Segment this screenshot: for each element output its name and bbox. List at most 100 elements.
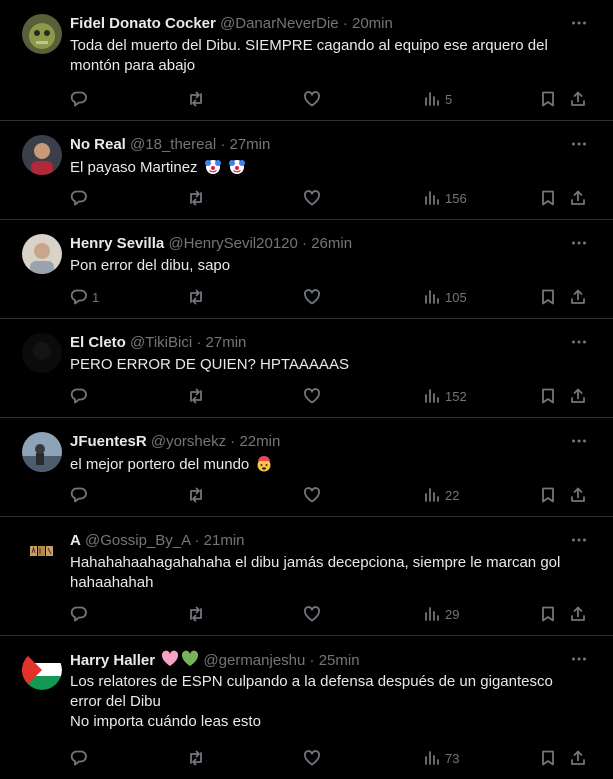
- bookmark-button[interactable]: [539, 486, 557, 504]
- more-options-icon[interactable]: [571, 433, 587, 449]
- share-button[interactable]: [569, 189, 587, 207]
- timestamp[interactable]: 25min: [319, 652, 360, 669]
- author-name[interactable]: JFuentesR: [70, 433, 147, 450]
- more-options-icon[interactable]: [571, 532, 587, 548]
- author-name[interactable]: El Cleto: [70, 334, 126, 351]
- reply-button[interactable]: [70, 387, 88, 405]
- views-button[interactable]: 5: [423, 90, 452, 108]
- repost-button[interactable]: [187, 749, 205, 767]
- tweet[interactable]: El Cleto @TikiBici · 27min PERO ERROR DE…: [0, 319, 613, 418]
- timestamp[interactable]: 22min: [239, 433, 280, 450]
- views-button[interactable]: 105: [423, 288, 467, 306]
- author-handle[interactable]: @Gossip_By_A: [85, 532, 190, 549]
- reply-button[interactable]: [70, 486, 88, 504]
- bookmark-button[interactable]: [539, 387, 557, 405]
- timestamp[interactable]: 26min: [311, 235, 352, 252]
- like-button[interactable]: [303, 486, 321, 504]
- tweet-text-line: PERO ERROR DE QUIEN? HPTAAAAAS: [70, 356, 349, 373]
- repost-button[interactable]: [187, 605, 205, 623]
- author-handle[interactable]: @yorshekz: [151, 433, 226, 450]
- more-options-icon[interactable]: [571, 235, 587, 251]
- author-handle[interactable]: @TikiBici: [130, 334, 192, 351]
- more-options-icon[interactable]: [571, 334, 587, 350]
- avatar[interactable]: [22, 14, 62, 54]
- tweet[interactable]: Henry Sevilla @HenrySevil20120 · 26min P…: [0, 220, 613, 319]
- analytics-icon: [425, 290, 439, 304]
- author-handle[interactable]: @germanjeshu: [203, 652, 305, 669]
- views-button[interactable]: 156: [423, 189, 467, 207]
- views-button[interactable]: 29: [423, 605, 459, 623]
- analytics-icon: [425, 751, 439, 765]
- reply-button[interactable]: [70, 90, 88, 108]
- share-button[interactable]: [569, 387, 587, 405]
- bookmark-button[interactable]: [539, 90, 557, 108]
- tweet[interactable]: A @Gossip_By_A · 21min Hahahahaahagahaha…: [0, 517, 613, 636]
- more-options-icon[interactable]: [571, 651, 587, 667]
- bookmark-button[interactable]: [539, 189, 557, 207]
- views-button[interactable]: 73: [423, 749, 459, 767]
- reply-button[interactable]: [70, 189, 88, 207]
- tweet-header: Henry Sevilla @HenrySevil20120 · 26min: [70, 234, 352, 254]
- reply-button[interactable]: [70, 749, 88, 767]
- timestamp[interactable]: 21min: [204, 532, 245, 549]
- avatar[interactable]: [22, 650, 62, 690]
- timestamp[interactable]: 27min: [230, 136, 271, 153]
- bookmark-button[interactable]: [539, 605, 557, 623]
- repost-button[interactable]: [187, 90, 205, 108]
- share-icon: [571, 190, 585, 205]
- tweet[interactable]: No Real @18_thereal · 27min El payaso Ma…: [0, 121, 613, 220]
- avatar[interactable]: [22, 234, 62, 274]
- author-name[interactable]: Fidel Donato Cocker: [70, 15, 216, 32]
- repost-button[interactable]: [187, 486, 205, 504]
- tweet[interactable]: Harry Haller @germanjeshu · 25min Los re…: [0, 636, 613, 779]
- views-button[interactable]: 22: [423, 486, 459, 504]
- author-handle[interactable]: @DanarNeverDie: [220, 15, 339, 32]
- tweet-header: Harry Haller @germanjeshu · 25min: [70, 650, 360, 671]
- like-button[interactable]: [303, 387, 321, 405]
- reply-button[interactable]: 1: [70, 288, 99, 306]
- repost-button[interactable]: [187, 288, 205, 306]
- like-button[interactable]: [303, 189, 321, 207]
- share-button[interactable]: [569, 288, 587, 306]
- share-button[interactable]: [569, 486, 587, 504]
- timestamp[interactable]: 20min: [352, 15, 393, 32]
- like-button[interactable]: [303, 90, 321, 108]
- avatar[interactable]: [22, 432, 62, 472]
- separator-dot: ·: [302, 235, 308, 252]
- avatar[interactable]: [22, 333, 62, 373]
- like-button[interactable]: [303, 288, 321, 306]
- tweet-text: PERO ERROR DE QUIEN? HPTAAAAAS: [70, 355, 570, 375]
- author-name[interactable]: A: [70, 532, 81, 549]
- tweet-actions: 22: [70, 486, 590, 504]
- share-button[interactable]: [569, 749, 587, 767]
- share-icon: [571, 750, 585, 765]
- share-button[interactable]: [569, 605, 587, 623]
- views-count: 29: [445, 606, 460, 622]
- tweet[interactable]: Fidel Donato Cocker @DanarNeverDie · 20m…: [0, 0, 613, 121]
- bookmark-button[interactable]: [539, 288, 557, 306]
- avatar[interactable]: [22, 135, 62, 175]
- views-button[interactable]: 152: [423, 387, 467, 405]
- share-icon: [571, 388, 585, 403]
- author-handle[interactable]: @18_thereal: [130, 136, 216, 153]
- tweet[interactable]: JFuentesR @yorshekz · 22min el mejor por…: [0, 418, 613, 517]
- author-handle[interactable]: @HenrySevil20120: [168, 235, 297, 252]
- timestamp[interactable]: 27min: [206, 334, 247, 351]
- like-button[interactable]: [303, 605, 321, 623]
- repost-button[interactable]: [187, 189, 205, 207]
- share-button[interactable]: [569, 90, 587, 108]
- author-name[interactable]: No Real: [70, 136, 126, 153]
- share-icon: [571, 606, 585, 621]
- more-options-icon[interactable]: [571, 136, 587, 152]
- like-button[interactable]: [303, 749, 321, 767]
- repost-icon: [190, 289, 202, 305]
- avatar[interactable]: [22, 531, 62, 571]
- reply-button[interactable]: [70, 605, 88, 623]
- more-options-icon[interactable]: [571, 15, 587, 31]
- share-icon: [571, 91, 585, 106]
- repost-button[interactable]: [187, 387, 205, 405]
- author-name[interactable]: Henry Sevilla: [70, 235, 164, 252]
- author-name[interactable]: Harry Haller: [70, 652, 155, 669]
- bookmark-button[interactable]: [539, 749, 557, 767]
- tweet-text-line: Pon error del dibu, sapo: [70, 257, 231, 274]
